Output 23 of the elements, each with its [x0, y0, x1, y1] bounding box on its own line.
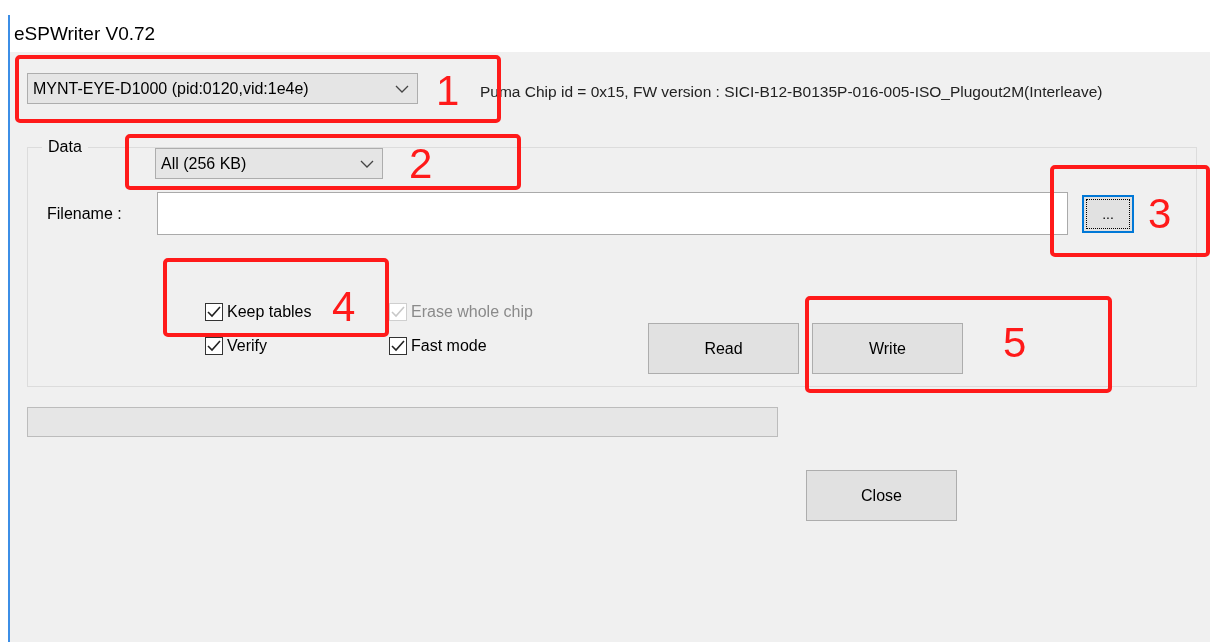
check-icon — [207, 306, 221, 318]
chevron-down-icon — [360, 159, 374, 168]
chevron-down-icon — [395, 84, 409, 93]
device-dropdown[interactable]: MYNT-EYE-D1000 (pid:0120,vid:1e4e) — [27, 73, 418, 104]
filename-label: Filename : — [47, 204, 123, 223]
checkbox[interactable]: Verify — [205, 337, 267, 355]
action-button[interactable]: Read — [648, 323, 799, 374]
window-title: eSPWriter V0.72 — [14, 22, 156, 45]
action-button[interactable]: Write — [812, 323, 963, 374]
browse-button[interactable]: ... — [1082, 194, 1134, 233]
check-icon — [207, 340, 221, 352]
check-icon — [391, 340, 405, 352]
close-button[interactable]: Close — [806, 470, 957, 521]
callout-number: 3 — [1148, 193, 1172, 235]
callout-number: 5 — [1003, 322, 1027, 364]
checkbox[interactable]: Keep tables — [205, 303, 312, 321]
check-icon — [391, 306, 405, 318]
checkbox[interactable]: Fast mode — [389, 337, 487, 355]
callout-number: 4 — [332, 286, 356, 328]
callout-number: 1 — [436, 70, 460, 112]
callout-number: 2 — [409, 143, 433, 185]
range-dropdown[interactable]: All (256 KB) — [155, 148, 383, 179]
filename-field[interactable] — [157, 192, 1068, 235]
